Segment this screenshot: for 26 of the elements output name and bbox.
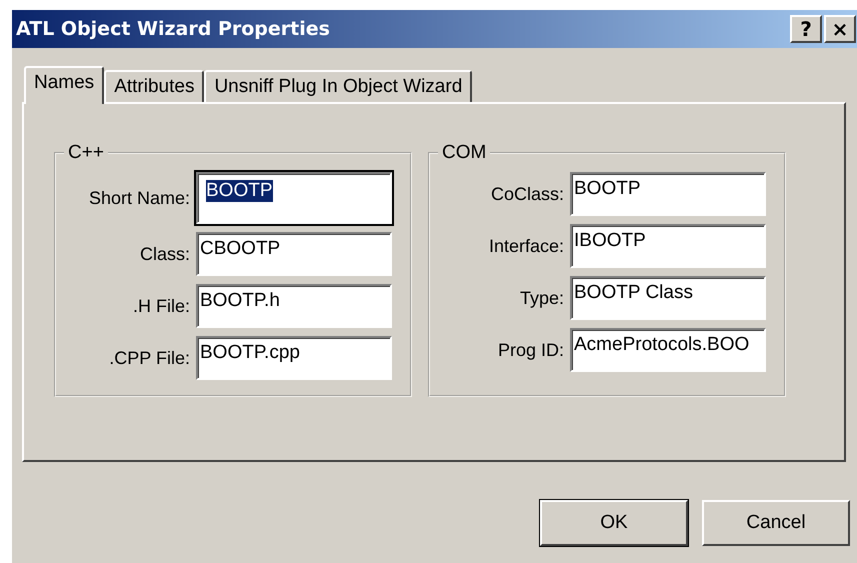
field-label: Class: <box>138 244 190 264</box>
tab[interactable]: Unsniff Plug In Object Wizard <box>204 70 472 102</box>
close-button[interactable]: × <box>824 15 856 43</box>
group-title: C++ <box>67 142 105 164</box>
input-field[interactable]: BOOTP.cpp <box>196 336 392 380</box>
input-field[interactable]: BOOTP Class <box>570 276 766 320</box>
ok-button[interactable]: OK <box>540 500 688 546</box>
input-field[interactable]: BOOTP <box>570 172 766 216</box>
field-label: CoClass: <box>490 184 564 204</box>
window-title: ATL Object Wizard Properties <box>16 18 330 40</box>
input-field[interactable]: BOOTP <box>196 172 392 224</box>
field-label: .CPP File: <box>108 348 190 368</box>
field-label: Short Name: <box>88 188 190 208</box>
field-label: Interface: <box>488 236 564 256</box>
input-field[interactable]: BOOTP.h <box>196 284 392 328</box>
input-field[interactable]: AcmeProtocols.BOO <box>570 328 766 372</box>
group-title: COM <box>441 142 488 164</box>
field-label: Prog ID: <box>496 340 564 360</box>
cancel-button[interactable]: Cancel <box>702 500 850 546</box>
field-label: Type: <box>518 288 564 308</box>
tab[interactable]: Attributes <box>104 70 204 102</box>
input-field[interactable]: IBOOTP <box>570 224 766 268</box>
input-field[interactable]: CBOOTP <box>196 232 392 276</box>
tab[interactable]: Names <box>24 66 104 104</box>
field-label: .H File: <box>132 296 190 316</box>
help-button[interactable]: ? <box>790 15 822 43</box>
